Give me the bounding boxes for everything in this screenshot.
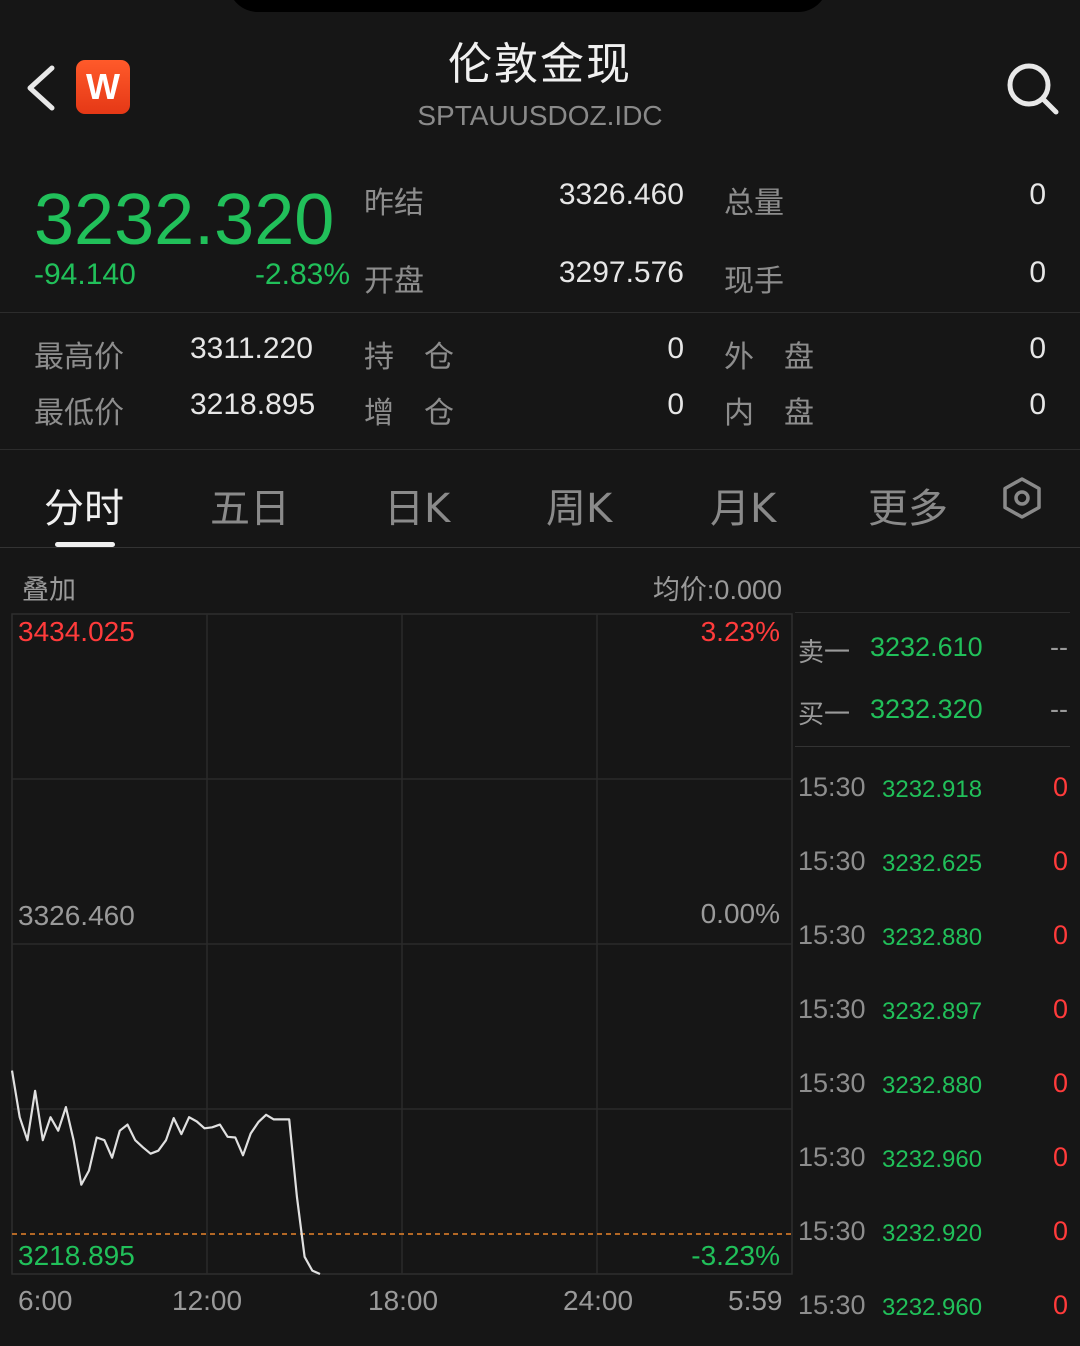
tick-time: 15:30: [798, 994, 866, 1024]
tick-price: 3232.960: [882, 1294, 983, 1321]
tick-volume: 0: [1052, 772, 1068, 802]
ask-volume: --: [1050, 632, 1068, 662]
tick-volume: 0: [1052, 846, 1068, 876]
x-tick-label: 12:00: [172, 1285, 243, 1316]
tick-row: 15:30 3232.625 0: [798, 846, 1070, 886]
prev-settle-label: 昨结: [364, 186, 424, 221]
tick-price: 3232.960: [882, 1146, 983, 1173]
tick-time: 15:30: [798, 1216, 866, 1246]
tick-row: 15:30 3232.918 0: [798, 772, 1070, 812]
tick-row: 15:30 3232.897 0: [798, 994, 1070, 1034]
search-icon[interactable]: [1004, 60, 1060, 116]
tick-row: 15:30 3232.920 0: [798, 1216, 1070, 1256]
tick-time: 15:30: [798, 1290, 866, 1320]
tick-volume: 0: [1052, 920, 1068, 950]
instrument-code: SPTAUUSDOZ.IDC: [417, 100, 663, 131]
open-interest-label: 持 仓: [364, 340, 454, 375]
tick-time: 15:30: [798, 1068, 866, 1098]
total-volume-value: 0: [1029, 178, 1046, 211]
open-value: 3297.576: [558, 256, 684, 289]
high-value: 3311.220: [190, 332, 313, 365]
tick-volume: 0: [1052, 1142, 1068, 1172]
tab-daily-k[interactable]: 日K: [384, 476, 450, 534]
divider: [0, 547, 1080, 548]
open-label: 开盘: [364, 264, 424, 299]
tick-volume: 0: [1052, 1216, 1068, 1246]
price-change-pct: -2.83%: [254, 258, 350, 291]
tab-monthly-k[interactable]: 月K: [710, 476, 776, 534]
pct-high-label: 3.23%: [700, 616, 780, 647]
oi-change-label: 增 仓: [364, 396, 454, 431]
inner-volume-label: 内 盘: [724, 396, 814, 431]
x-tick-label: 24:00: [563, 1285, 634, 1316]
inner-volume-value: 0: [1029, 388, 1046, 421]
outer-volume-label: 外 盘: [724, 340, 814, 375]
bid-label: 买一: [798, 700, 851, 730]
y-high-label: 3434.025: [18, 616, 135, 647]
tick-row: 15:30 3232.960 0: [798, 1290, 1070, 1330]
y-low-label: 3218.895: [18, 1240, 135, 1271]
divider: [795, 612, 1070, 613]
total-volume-label: 总量: [724, 186, 784, 221]
tab-intraday[interactable]: 分时: [44, 476, 124, 534]
tab-weekly-k[interactable]: 周K: [546, 476, 612, 534]
tab-more[interactable]: 更多: [868, 476, 948, 534]
low-value: 3218.895: [190, 388, 316, 421]
current-hand-value: 0: [1029, 256, 1046, 289]
pct-low-label: -3.23%: [691, 1240, 780, 1271]
low-label: 最低价: [34, 396, 124, 431]
tick-volume: 0: [1052, 994, 1068, 1024]
tick-row: 15:30 3232.880 0: [798, 920, 1070, 960]
intraday-chart[interactable]: [0, 612, 795, 1342]
divider: [0, 449, 1080, 450]
tick-row: 15:30 3232.960 0: [798, 1142, 1070, 1182]
open-interest-value: 0: [667, 332, 684, 365]
price-change: -94.140: [34, 258, 136, 291]
tick-time: 15:30: [798, 920, 866, 950]
tick-price: 3232.880: [882, 1072, 983, 1099]
x-tick-label: 6:00: [18, 1285, 73, 1316]
tick-price: 3232.918: [882, 776, 983, 803]
x-tick-label: 5:59: [728, 1285, 783, 1316]
ask-label: 卖一: [798, 638, 851, 668]
tick-time: 15:30: [798, 846, 866, 876]
tick-price: 3232.880: [882, 924, 983, 951]
tick-time: 15:30: [798, 1142, 866, 1172]
divider: [795, 746, 1070, 747]
bid-volume: --: [1050, 694, 1068, 724]
average-price: 均价:0.000: [652, 575, 782, 605]
last-price: 3232.320: [34, 180, 335, 260]
tick-time: 15:30: [798, 772, 866, 802]
overlay-button[interactable]: 叠加: [22, 568, 76, 607]
settings-icon[interactable]: [1000, 476, 1044, 520]
tick-row: 15:30 3232.880 0: [798, 1068, 1070, 1108]
tick-price: 3232.920: [882, 1220, 983, 1247]
page-title: 伦敦金现: [448, 39, 632, 90]
bid-price: 3232.320: [870, 694, 983, 724]
y-mid-label: 3326.460: [18, 900, 135, 931]
tab-five-day[interactable]: 五日: [210, 476, 290, 534]
prev-settle-value: 3326.460: [558, 178, 684, 211]
outer-volume-value: 0: [1029, 332, 1046, 365]
tick-price: 3232.897: [882, 998, 983, 1025]
high-label: 最高价: [34, 340, 124, 375]
pct-mid-label: 0.00%: [700, 898, 780, 929]
tick-volume: 0: [1052, 1290, 1068, 1320]
divider: [0, 312, 1080, 313]
oi-change-value: 0: [667, 388, 684, 421]
tick-price: 3232.625: [882, 850, 983, 877]
current-hand-label: 现手: [724, 264, 784, 299]
x-tick-label: 18:00: [368, 1285, 439, 1316]
tick-volume: 0: [1052, 1068, 1068, 1098]
ask-price: 3232.610: [870, 632, 983, 662]
camera-notch: [228, 0, 828, 12]
